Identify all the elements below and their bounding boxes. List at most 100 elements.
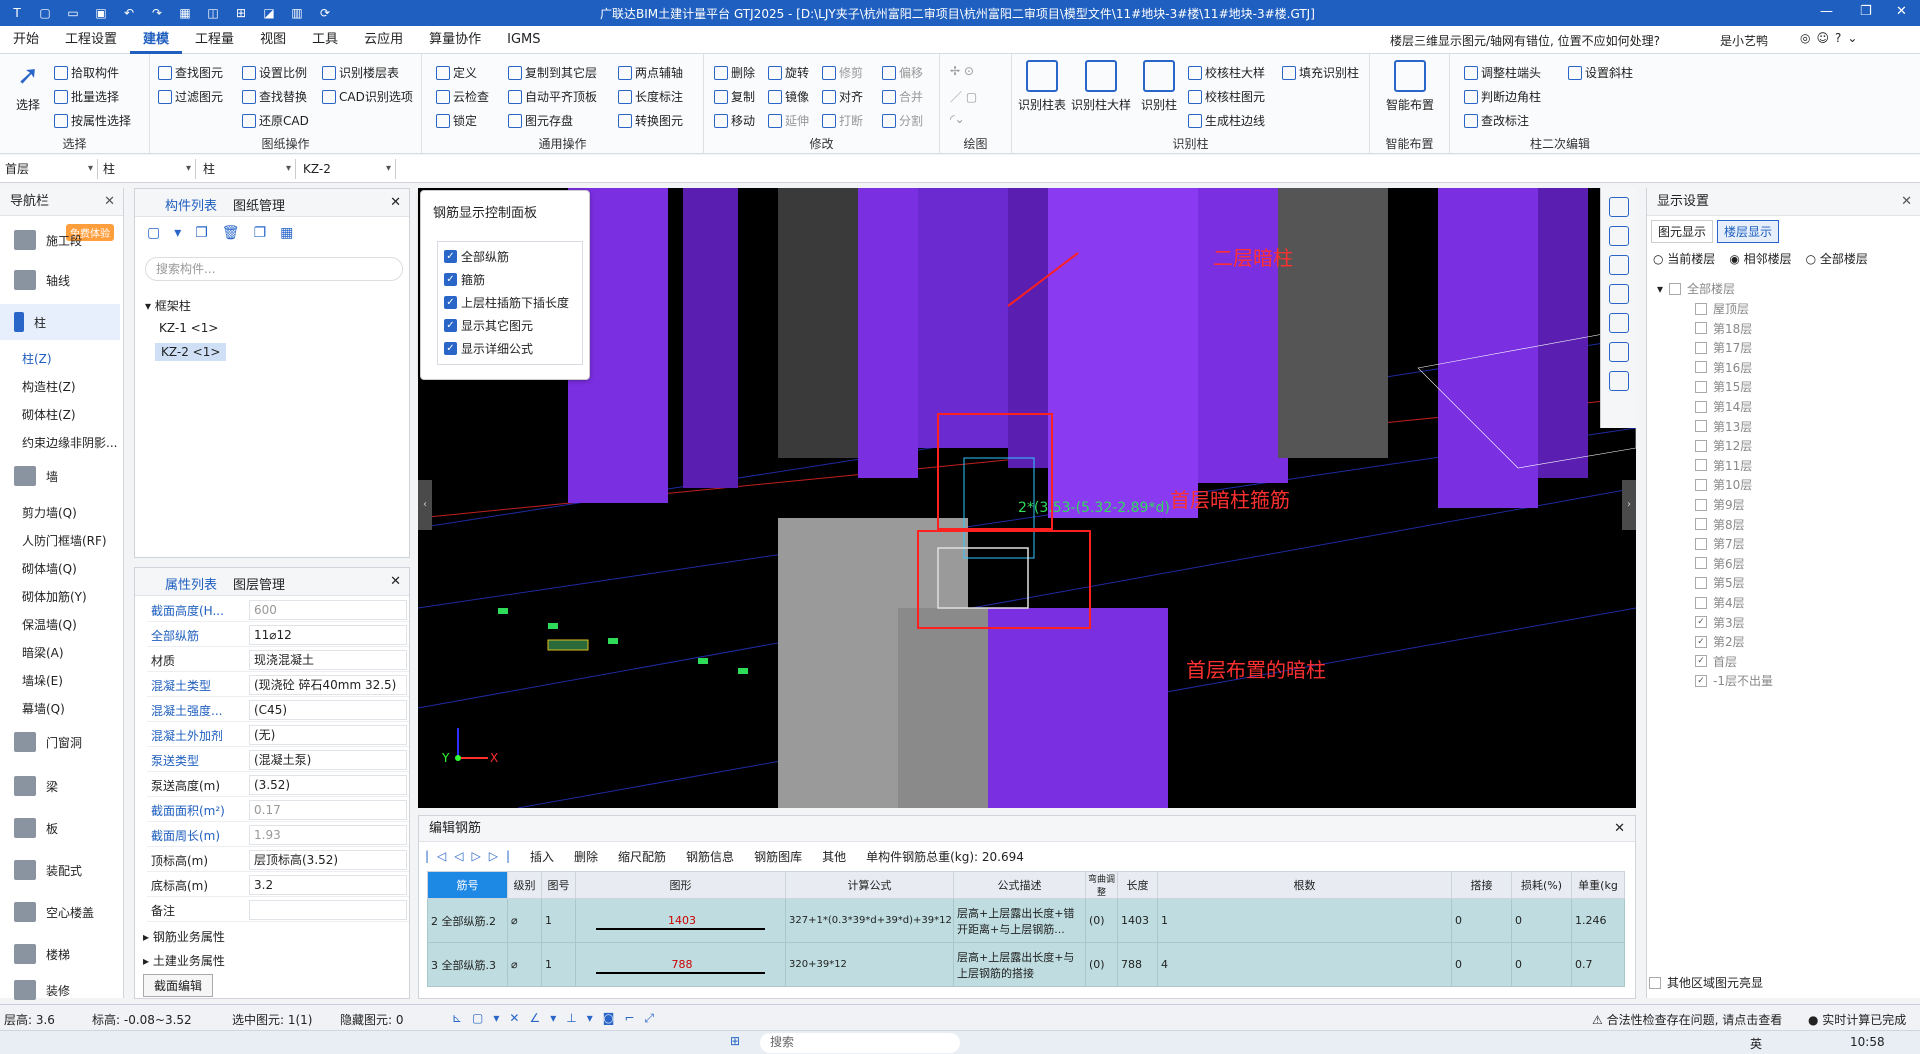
nav-sub-shear-wall[interactable]: 剪力墙(Q) xyxy=(22,504,77,521)
component-item-kz2[interactable]: KZ-2 <1> xyxy=(155,343,227,361)
find-element[interactable]: 查找图元 xyxy=(158,64,223,81)
tab-drawing-management[interactable]: 图纸管理 xyxy=(233,195,285,214)
cb-other-elements[interactable]: ✓ 显示其它图元 xyxy=(444,317,533,334)
floor-checkbox[interactable]: 第18层 xyxy=(1695,320,1752,337)
trim[interactable]: 修剪 xyxy=(822,64,863,81)
find-replace[interactable]: 查找替换 xyxy=(242,88,307,105)
nav-door-window[interactable]: 门窗洞 xyxy=(0,724,120,760)
checkbox-icon[interactable]: ✓ xyxy=(1695,635,1707,648)
checkbox-icon[interactable] xyxy=(1695,596,1707,609)
2d-view-icon[interactable] xyxy=(1608,226,1629,246)
nav-construction-stage[interactable]: 施工段 xyxy=(0,222,120,258)
select-by-attribute[interactable]: 按属性选择 xyxy=(54,112,131,129)
3d-view-icon[interactable] xyxy=(1608,255,1629,275)
floor-checkbox[interactable]: 第9层 xyxy=(1695,496,1745,513)
prop-row[interactable]: 泵送高度(m) (3.52) xyxy=(147,773,409,797)
menu-view[interactable]: 视图 xyxy=(247,26,299,54)
taskbar-search[interactable]: 搜索 xyxy=(760,1033,960,1053)
grid-icon[interactable]: ▦ xyxy=(174,4,196,22)
delete-button[interactable]: 删除 xyxy=(566,848,606,865)
floor-checkbox[interactable]: 第17层 xyxy=(1695,339,1752,356)
floor-checkbox[interactable]: ✓ 首层 xyxy=(1695,653,1737,670)
orbit-icon[interactable] xyxy=(1608,197,1629,217)
component-toolbar[interactable]: ▢▾❐🗑❐▦ xyxy=(147,225,307,241)
component-select[interactable]: KZ-2 xyxy=(300,159,396,179)
nav-stairs[interactable]: 楼梯 xyxy=(0,936,120,972)
floor-checkbox[interactable]: 第6层 xyxy=(1695,555,1745,572)
component-search-input[interactable]: 搜索构件... xyxy=(145,257,403,281)
floor-checkbox[interactable]: 第14层 xyxy=(1695,398,1752,415)
identify-column-detail[interactable]: 识别柱大样 xyxy=(1070,60,1132,113)
checkbox-icon[interactable] xyxy=(1695,380,1707,393)
scale-rebar-button[interactable]: 缩尺配筋 xyxy=(610,848,674,865)
nav-sub-insulation-wall[interactable]: 保温墙(Q) xyxy=(22,616,77,633)
checkbox-icon[interactable]: ✓ xyxy=(1695,674,1707,687)
gen-column-edge[interactable]: 生成柱边线 xyxy=(1188,112,1265,129)
set-scale[interactable]: 设置比例 xyxy=(242,64,307,81)
nav-prefab[interactable]: 装配式 xyxy=(0,852,120,888)
help-icons[interactable]: ◎☺?⌄ xyxy=(1800,31,1863,45)
offset[interactable]: 偏移 xyxy=(882,64,923,81)
menu-start[interactable]: 开始 xyxy=(0,26,52,54)
nav-sub-edge[interactable]: 约束边缘非阴影... xyxy=(22,434,122,451)
tab-layers[interactable]: 图层管理 xyxy=(233,574,285,593)
menu-modeling[interactable]: 建模 xyxy=(130,26,183,54)
edit-annotation[interactable]: 查改标注 xyxy=(1464,112,1529,129)
nav-sub-masonry-wall[interactable]: 砌体墙(Q) xyxy=(22,560,77,577)
rebar-info-button[interactable]: 钢筋信息 xyxy=(678,848,742,865)
two-point-axis[interactable]: 两点辅轴 xyxy=(618,64,683,81)
pick-component[interactable]: 拾取构件 xyxy=(54,64,119,81)
checkbox-icon[interactable] xyxy=(1695,400,1707,413)
nav-sub-masonry-rebar[interactable]: 砌体加筋(Y) xyxy=(22,588,87,605)
menu-igms[interactable]: IGMS xyxy=(494,26,553,54)
merge[interactable]: 合并 xyxy=(882,88,923,105)
checkbox-icon[interactable] xyxy=(1695,361,1707,374)
prop-row[interactable]: 混凝土强度... (C45) xyxy=(147,698,409,722)
rotate[interactable]: 旋转 xyxy=(768,64,809,81)
fit-view-icon[interactable] xyxy=(1608,313,1629,333)
component-group[interactable]: ▾ 框架柱 xyxy=(145,297,191,314)
new-file-icon[interactable]: ▢ xyxy=(34,4,56,22)
rebar-props-group[interactable]: ▸ 钢筋业务属性 xyxy=(143,928,225,945)
checkbox-icon[interactable] xyxy=(1695,557,1707,570)
nav-slab[interactable]: 板 xyxy=(0,810,120,846)
nav-axis[interactable]: 轴线 xyxy=(0,262,120,298)
floor-checkbox[interactable]: 第10层 xyxy=(1695,476,1752,493)
prop-row[interactable]: 截面周长(m) 1.93 xyxy=(147,823,409,847)
cb-stirrup[interactable]: ✓ 箍筋 xyxy=(444,271,485,288)
view-icon[interactable]: ◫ xyxy=(202,4,224,22)
plan-view-icon[interactable]: ▥ xyxy=(286,4,308,22)
cb-other-region-highlight[interactable]: 其他区域图元亮显 xyxy=(1649,974,1763,991)
menu-project-settings[interactable]: 工程设置 xyxy=(52,26,130,54)
nav-sub-pier[interactable]: 墙垛(E) xyxy=(22,672,63,689)
open-file-icon[interactable]: ▭ xyxy=(62,4,84,22)
close-icon[interactable]: ✕ xyxy=(1901,188,1912,216)
draw-mode-icon[interactable]: ◪ xyxy=(258,4,280,22)
identify-column-table[interactable]: 识别柱表 xyxy=(1016,60,1068,113)
cb-detailed-formula[interactable]: ✓ 显示详细公式 xyxy=(444,340,533,357)
move[interactable]: 移动 xyxy=(714,112,755,129)
checkbox-icon[interactable] xyxy=(1695,322,1707,335)
checkbox-icon[interactable] xyxy=(1695,459,1707,472)
prop-row[interactable]: 泵送类型 (混凝土泵) xyxy=(147,748,409,772)
3d-viewport[interactable]: YX 二层暗柱 首层暗柱箍筋 首层布置的暗柱 2*(3.53-(5.32-2.8… xyxy=(418,188,1636,808)
civil-props-group[interactable]: ▸ 土建业务属性 xyxy=(143,952,225,969)
checkbox-icon[interactable]: ✓ xyxy=(1695,655,1707,668)
prop-row[interactable]: 备注 xyxy=(147,898,409,922)
close-icon[interactable]: ✕ xyxy=(1614,816,1625,842)
menu-cloud[interactable]: 云应用 xyxy=(351,26,416,54)
nav-sub-curtain-wall[interactable]: 幕墙(Q) xyxy=(22,700,65,717)
nav-column[interactable]: 柱 xyxy=(0,304,120,340)
close-icon[interactable]: ✕ xyxy=(390,574,401,589)
mirror[interactable]: 镜像 xyxy=(768,88,809,105)
fill-identify-column[interactable]: 填充识别柱 xyxy=(1282,64,1359,81)
smart-layout[interactable]: 智能布置 xyxy=(1380,60,1440,113)
floor-checkbox[interactable]: 第5层 xyxy=(1695,574,1745,591)
draw-arc-icon[interactable]: ◜⌄ xyxy=(950,112,965,126)
clock[interactable]: 10:58 xyxy=(1850,1035,1885,1049)
checkbox-icon[interactable] xyxy=(1695,576,1707,589)
tab-component-list[interactable]: 构件列表 xyxy=(165,195,217,214)
checkbox-icon[interactable]: ✓ xyxy=(1695,616,1707,629)
restore-icon[interactable]: ❐ xyxy=(1860,4,1872,19)
type-select[interactable]: 柱 xyxy=(100,159,196,179)
